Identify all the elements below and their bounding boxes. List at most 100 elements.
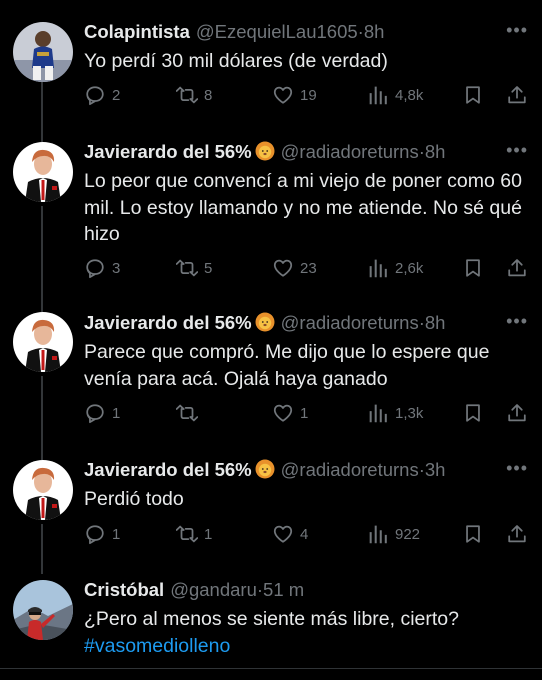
author-handle[interactable]: @radiadoreturns (281, 312, 419, 333)
timestamp[interactable]: 51 m (263, 579, 304, 600)
retweet-button[interactable] (176, 401, 204, 425)
avatar[interactable] (13, 460, 73, 520)
tweet-actions: 3 5 23 2,6k (0, 256, 542, 280)
reply-count: 3 (112, 259, 121, 277)
author-name[interactable]: Javierardo del 56% (84, 312, 252, 333)
tweet[interactable]: Javierardo del 56% @radiadoreturns·3h •••… (0, 450, 542, 570)
author-name[interactable]: Cristóbal (84, 579, 164, 600)
reply-count: 1 (112, 525, 121, 543)
share-button[interactable] (506, 83, 528, 107)
avatar[interactable] (13, 142, 73, 202)
views-button[interactable]: 4,8k (367, 83, 423, 107)
tweet-text: Lo peor que convencí a mi viejo de poner… (84, 170, 522, 245)
retweet-icon (176, 86, 198, 104)
author-name[interactable]: Colapintista (84, 21, 190, 42)
views-count: 4,8k (395, 86, 424, 104)
like-button[interactable]: 4 (272, 522, 308, 546)
bookmark-icon (466, 525, 480, 543)
share-button[interactable] (506, 522, 528, 546)
bookmark-button[interactable] (462, 83, 484, 107)
views-chart-icon (369, 259, 387, 278)
retweet-icon (176, 404, 198, 422)
share-icon (508, 404, 526, 422)
reply-icon (86, 525, 104, 545)
more-icon[interactable]: ••• (506, 18, 528, 42)
like-button[interactable]: 1 (272, 401, 308, 425)
tweet-text: Yo perdí 30 mil dólares (de verdad) (84, 50, 388, 72)
retweet-button[interactable]: 8 (176, 83, 212, 107)
share-button[interactable] (506, 401, 528, 425)
tweet[interactable]: Cristóbal @gandaru·51 m ¿Pero al menos se… (0, 570, 542, 680)
bookmark-button[interactable] (462, 522, 484, 546)
retweet-count: 5 (204, 259, 213, 277)
retweet-count: 8 (204, 86, 213, 104)
views-button[interactable]: 922 (367, 522, 420, 546)
author-handle[interactable]: @radiadoreturns (281, 141, 419, 162)
like-count: 19 (300, 86, 317, 104)
reply-count: 2 (112, 86, 121, 104)
avatar[interactable] (13, 22, 73, 82)
heart-icon (273, 525, 293, 543)
reply-button[interactable]: 1 (84, 401, 120, 425)
bookmark-button[interactable] (462, 256, 484, 280)
reply-button[interactable]: 3 (84, 256, 120, 280)
retweet-icon (176, 525, 198, 543)
lion-emoji-icon (255, 141, 275, 161)
tweet-text: Parece que compró. Me dijo que lo espere… (84, 341, 490, 390)
tweet-actions: 1 1 1,3k (0, 401, 542, 425)
views-chart-icon (369, 404, 387, 423)
reply-button[interactable]: 1 (84, 522, 120, 546)
tweet-actions: 1 1 4 922 (0, 522, 542, 546)
hashtag-link[interactable]: #vasomediolleno (84, 633, 530, 660)
bottom-divider (0, 668, 542, 669)
heart-icon (273, 259, 293, 277)
share-icon (508, 525, 526, 543)
timestamp[interactable]: 8h (425, 312, 446, 333)
views-button[interactable]: 1,3k (367, 401, 423, 425)
reply-button[interactable]: 2 (84, 83, 120, 107)
views-count: 2,6k (395, 259, 424, 277)
reply-icon (86, 259, 104, 279)
avatar[interactable] (13, 580, 73, 640)
author-handle[interactable]: @EzequielLau1605 (196, 21, 358, 42)
heart-icon (273, 86, 293, 104)
reply-icon (86, 86, 104, 106)
tweet-text: ¿Pero al menos se siente más libre, cier… (84, 606, 530, 659)
views-count: 922 (395, 525, 421, 543)
more-icon[interactable]: ••• (506, 456, 528, 480)
lion-emoji-icon (255, 459, 275, 479)
author-name[interactable]: Javierardo del 56% (84, 459, 252, 480)
heart-icon (273, 404, 293, 422)
views-chart-icon (369, 525, 387, 544)
tweet-text: Perdió todo (84, 488, 184, 510)
bookmark-icon (466, 404, 480, 422)
retweet-button[interactable]: 5 (176, 256, 212, 280)
bookmark-icon (466, 86, 480, 104)
share-button[interactable] (506, 256, 528, 280)
lion-emoji-icon (255, 312, 275, 332)
like-button[interactable]: 19 (272, 83, 317, 107)
author-handle[interactable]: @radiadoreturns (281, 459, 419, 480)
bookmark-icon (466, 259, 480, 277)
tweet-text-line: ¿Pero al menos se siente más libre, cier… (84, 608, 459, 630)
retweet-button[interactable]: 1 (176, 522, 212, 546)
timestamp[interactable]: 3h (425, 459, 446, 480)
timestamp[interactable]: 8h (425, 141, 446, 162)
avatar[interactable] (13, 312, 73, 372)
tweet[interactable]: Colapintista @EzequielLau1605·8h ••• Yo p… (0, 0, 542, 130)
more-icon[interactable]: ••• (506, 138, 528, 162)
retweet-count: 1 (204, 525, 213, 543)
views-button[interactable]: 2,6k (367, 256, 423, 280)
views-chart-icon (369, 86, 387, 105)
author-name[interactable]: Javierardo del 56% (84, 141, 252, 162)
bookmark-button[interactable] (462, 401, 484, 425)
like-button[interactable]: 23 (272, 256, 317, 280)
reply-icon (86, 404, 104, 424)
timestamp[interactable]: 8h (364, 21, 385, 42)
more-icon[interactable]: ••• (506, 309, 528, 333)
tweet[interactable]: Javierardo del 56% @radiadoreturns·8h •••… (0, 130, 542, 302)
reply-count: 1 (112, 404, 121, 422)
share-icon (508, 259, 526, 277)
tweet[interactable]: Javierardo del 56% @radiadoreturns·8h •••… (0, 302, 542, 450)
author-handle[interactable]: @gandaru (170, 579, 257, 600)
